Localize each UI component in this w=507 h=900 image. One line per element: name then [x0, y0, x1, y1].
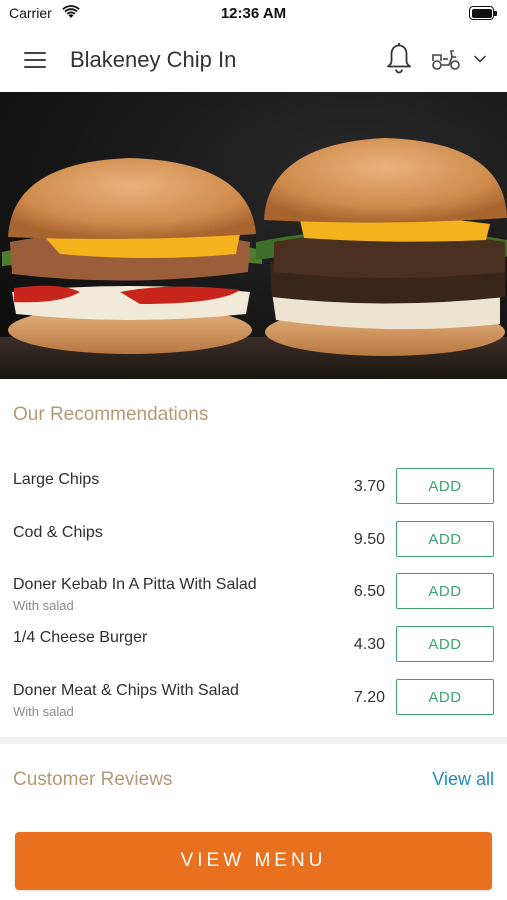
- hero-burgers-image: [0, 92, 507, 379]
- view-menu-button[interactable]: VIEW MENU: [15, 832, 492, 890]
- item-name: Large Chips: [13, 471, 100, 488]
- menu-item-row: 1/4 Cheese Burger 4.30 ADD: [0, 619, 507, 671]
- item-price: 7.20: [353, 689, 385, 706]
- add-item-button[interactable]: ADD: [396, 573, 494, 609]
- delivery-scooter-icon[interactable]: [430, 46, 462, 72]
- item-name: Cod & Chips: [13, 524, 103, 541]
- item-name: Doner Meat & Chips With Salad: [13, 682, 239, 699]
- status-time: 12:36 AM: [220, 5, 287, 22]
- menu-item-row: Cod & Chips 9.50 ADD: [0, 514, 507, 566]
- item-price: 4.30: [353, 636, 385, 653]
- menu-item-row: Doner Meat & Chips With Salad With salad…: [0, 672, 507, 724]
- recommendations-heading: Our Recommendations: [13, 404, 209, 425]
- item-subtitle: With salad: [13, 704, 74, 719]
- bell-icon[interactable]: [384, 42, 414, 76]
- section-divider: [0, 737, 507, 744]
- restaurant-title: Blakeney Chip In: [70, 47, 237, 72]
- item-subtitle: With salad: [13, 598, 74, 613]
- menu-item-row: Doner Kebab In A Pitta With Salad With s…: [0, 566, 507, 618]
- chevron-down-icon[interactable]: [472, 52, 488, 66]
- add-item-button[interactable]: ADD: [396, 468, 494, 504]
- item-name: Doner Kebab In A Pitta With Salad: [13, 576, 257, 593]
- burgers-illustration: [0, 138, 507, 379]
- item-price: 6.50: [353, 583, 385, 600]
- customer-reviews-heading: Customer Reviews: [13, 769, 173, 790]
- item-price: 3.70: [353, 478, 385, 495]
- add-item-button[interactable]: ADD: [396, 521, 494, 557]
- item-price: 9.50: [353, 531, 385, 548]
- battery-icon: [469, 6, 497, 20]
- view-all-reviews-link[interactable]: View all: [432, 769, 494, 790]
- item-name: 1/4 Cheese Burger: [13, 629, 148, 646]
- app-header: Blakeney Chip In: [0, 28, 507, 92]
- add-item-button[interactable]: ADD: [396, 679, 494, 715]
- menu-item-row: Large Chips 3.70 ADD: [0, 461, 507, 513]
- status-bar: Carrier 12:36 AM: [0, 0, 507, 28]
- hamburger-menu-icon[interactable]: [22, 48, 48, 72]
- add-item-button[interactable]: ADD: [396, 626, 494, 662]
